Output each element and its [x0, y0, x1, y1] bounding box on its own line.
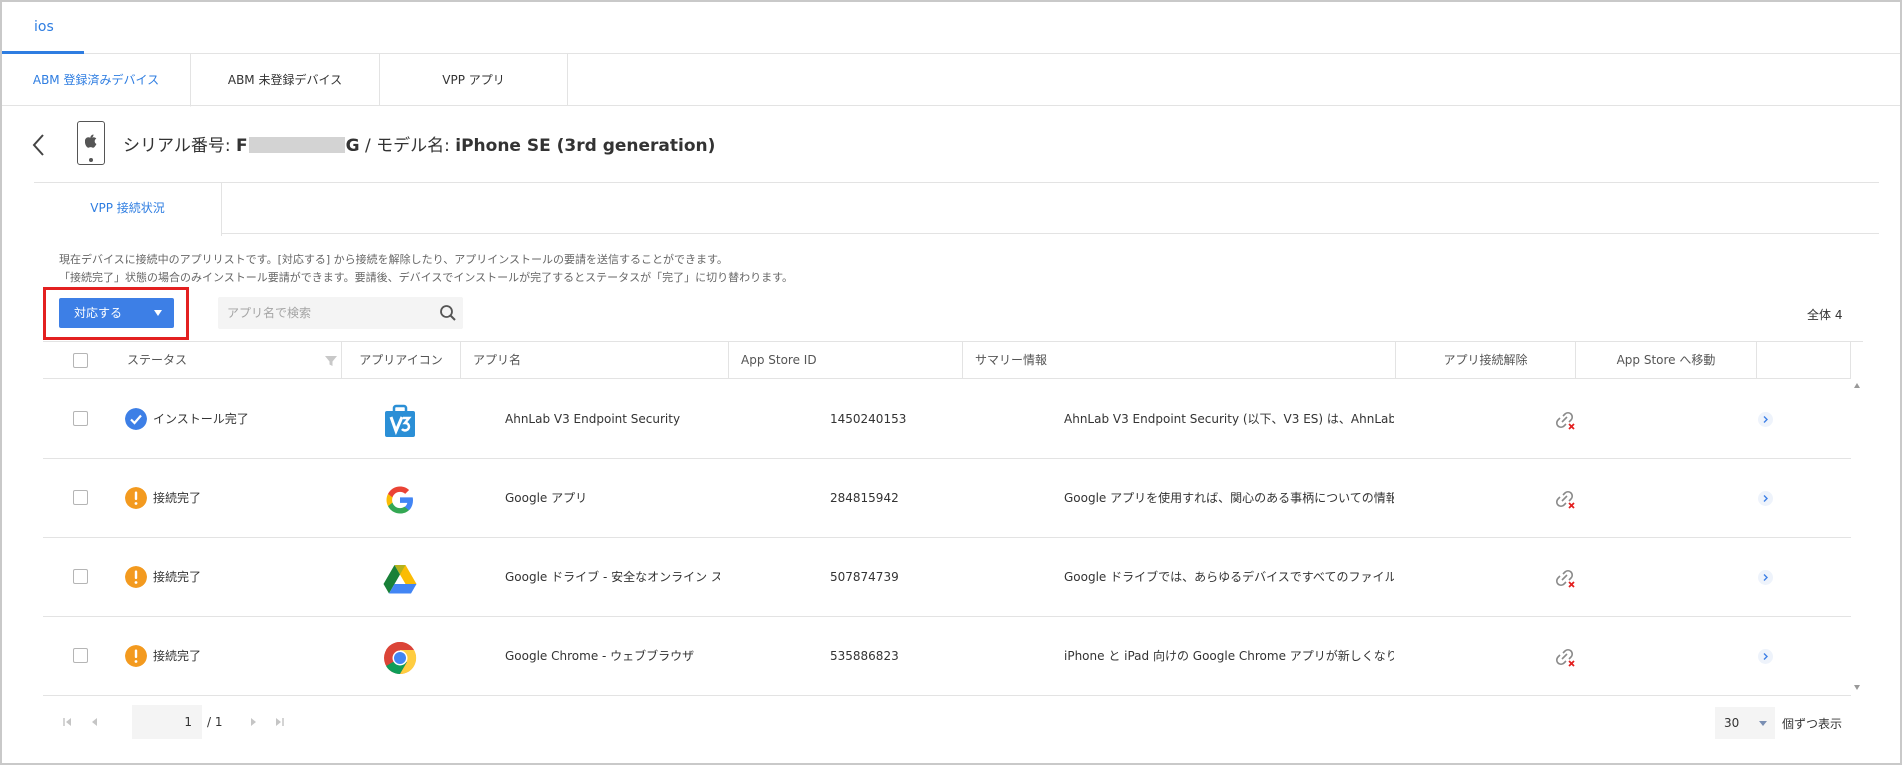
filter-icon[interactable] [325, 355, 337, 367]
summary-text: Google ドライブでは、あらゆるデバイスですべてのファイルのバックアップやア… [1064, 570, 1394, 584]
last-page-icon[interactable] [273, 716, 285, 728]
row-checkbox[interactable] [73, 648, 88, 663]
next-page-icon[interactable] [247, 716, 259, 728]
per-page-label: 個ずつ表示 [1782, 717, 1843, 731]
table-row[interactable]: 接続完了 Google Chrome - ウェブブラウザ 535886823 iPho… [43, 617, 1851, 696]
ahnlab-v3-icon [382, 403, 418, 439]
caret-down-icon [1759, 721, 1767, 726]
tab-vpp-apps[interactable]: VPP アプリ [380, 54, 568, 106]
table-scrollbar[interactable] [1851, 379, 1863, 697]
device-title: シリアル番号: F G / モデル名: iPhone SE (3rd genera… [123, 131, 715, 156]
serial-prefix: F [235, 136, 248, 156]
google-icon [382, 482, 418, 518]
table-header: ステータス アプリアイコン アプリ名 App Store ID サマリー情報 ア… [43, 342, 1851, 379]
header-status[interactable]: ステータス [115, 342, 341, 379]
total-count: 全体 4 [1807, 308, 1843, 322]
app-name: Google Chrome - ウェブブラウザ [505, 649, 695, 663]
page-total: / 1 [207, 715, 223, 729]
table-row[interactable]: インストール完了 AhnLab V3 Endpoint Security 14502… [43, 380, 1851, 459]
google-chrome-icon [382, 640, 418, 676]
per-page-select[interactable]: 30 [1715, 707, 1775, 739]
warning-circle-icon [125, 645, 147, 667]
header-app-store-id: App Store ID [728, 342, 962, 379]
tab-abm-registered[interactable]: ABM 登録済みデバイス [2, 54, 191, 107]
check-circle-icon [125, 408, 147, 430]
row-checkbox[interactable] [73, 490, 88, 505]
description-line-2: 「接続完了」状態の場合のみインストール要請ができます。要請後、デバイスでインスト… [59, 271, 794, 284]
home-button [89, 158, 93, 162]
unlink-icon[interactable] [1553, 567, 1577, 589]
first-page-icon[interactable] [62, 716, 74, 728]
header-status-label: ステータス [127, 353, 188, 367]
app-store-id: 507874739 [830, 570, 899, 584]
header-unlink: アプリ接続解除 [1395, 342, 1575, 379]
description: 現在デバイスに接続中のアプリリストです。[対応する] から接続を解除したり、アプ… [59, 251, 793, 287]
action-dropdown-button[interactable]: 対応する [59, 298, 174, 328]
app-name: Google アプリ [505, 491, 588, 505]
tab-vpp-connection-status[interactable]: VPP 接続状況 [34, 183, 222, 236]
iphone-device-icon [77, 121, 105, 165]
unlink-icon[interactable] [1553, 488, 1577, 510]
apple-logo-icon [85, 134, 97, 148]
search-icon[interactable] [439, 304, 457, 322]
summary-text: iPhone と iPad 向けの Google Chrome アプリが新しくな… [1064, 649, 1394, 663]
chevron-right-icon[interactable] [1758, 491, 1773, 506]
header-goto-app-store: App Store へ移動 [1575, 342, 1756, 379]
table-row[interactable]: 接続完了 Google アプリ 284815942 Google アプリを使用すれば、… [43, 459, 1851, 538]
scroll-up-arrow[interactable] [1854, 383, 1860, 388]
serial-redaction [248, 137, 345, 153]
status-label: 接続完了 [153, 570, 202, 584]
model-label: モデル名: [376, 136, 450, 156]
device-tab-bar: ABM 登録済みデバイス ABM 未登録デバイス VPP アプリ [2, 54, 1900, 107]
header-summary: サマリー情報 [962, 342, 1395, 379]
summary-text: AhnLab V3 Endpoint Security (以下、V3 ES) は… [1064, 412, 1394, 426]
description-line-1: 現在デバイスに接続中のアプリリストです。[対応する] から接続を解除したり、アプ… [59, 253, 728, 266]
app-store-id: 284815942 [830, 491, 899, 505]
app-frame: ios ABM 登録済みデバイス ABM 未登録デバイス VPP アプリ シリア… [0, 0, 1902, 765]
app-table: ステータス アプリアイコン アプリ名 App Store ID サマリー情報 ア… [43, 341, 1863, 696]
status-label: インストール完了 [153, 412, 249, 426]
status-label: 接続完了 [153, 649, 202, 663]
search-box [218, 297, 463, 329]
app-store-id: 535886823 [830, 649, 899, 663]
page-number-input[interactable] [132, 705, 202, 739]
header-spacer [1756, 342, 1851, 379]
google-drive-icon [382, 561, 418, 597]
header-app-name: アプリ名 [460, 342, 728, 379]
row-checkbox[interactable] [73, 569, 88, 584]
status-label: 接続完了 [153, 491, 202, 505]
warning-circle-icon [125, 566, 147, 588]
unlink-icon[interactable] [1553, 646, 1577, 668]
header-checkbox-cell [43, 342, 96, 379]
select-all-checkbox[interactable] [73, 353, 88, 368]
app-store-id: 1450240153 [830, 412, 907, 426]
back-icon[interactable] [29, 132, 49, 158]
serial-suffix: G [345, 136, 360, 156]
header-app-icon: アプリアイコン [341, 342, 460, 379]
os-tab-bar: ios [2, 2, 1900, 54]
row-checkbox[interactable] [73, 411, 88, 426]
app-name: Google ドライブ - 安全なオンライン ストレージ [505, 570, 720, 584]
serial-label: シリアル番号: [123, 136, 231, 156]
summary-text: Google アプリを使用すれば、関心のある事柄についての情報を見逃すことがあり… [1064, 491, 1394, 505]
vpp-tab-bar: VPP 接続状況 [34, 182, 1879, 236]
per-page-value: 30 [1724, 716, 1740, 730]
unlink-icon[interactable] [1553, 409, 1577, 431]
model-name: iPhone SE (3rd generation) [455, 136, 716, 156]
table-row[interactable]: 接続完了 Google ドライブ - 安全なオンライン ストレージ 50787473… [43, 538, 1851, 617]
prev-page-icon[interactable] [89, 716, 101, 728]
caret-down-icon [154, 310, 162, 316]
chevron-right-icon[interactable] [1758, 570, 1773, 585]
scroll-down-arrow[interactable] [1854, 685, 1860, 690]
tab-abm-unregistered[interactable]: ABM 未登録デバイス [191, 54, 380, 106]
app-name: AhnLab V3 Endpoint Security [505, 412, 681, 426]
chevron-right-icon[interactable] [1758, 412, 1773, 427]
search-input[interactable] [218, 297, 433, 329]
title-separator: / [364, 136, 371, 156]
action-button-label: 対応する [74, 306, 123, 320]
chevron-right-icon[interactable] [1758, 649, 1773, 664]
warning-circle-icon [125, 487, 147, 509]
tab-ios[interactable]: ios [2, 2, 84, 54]
